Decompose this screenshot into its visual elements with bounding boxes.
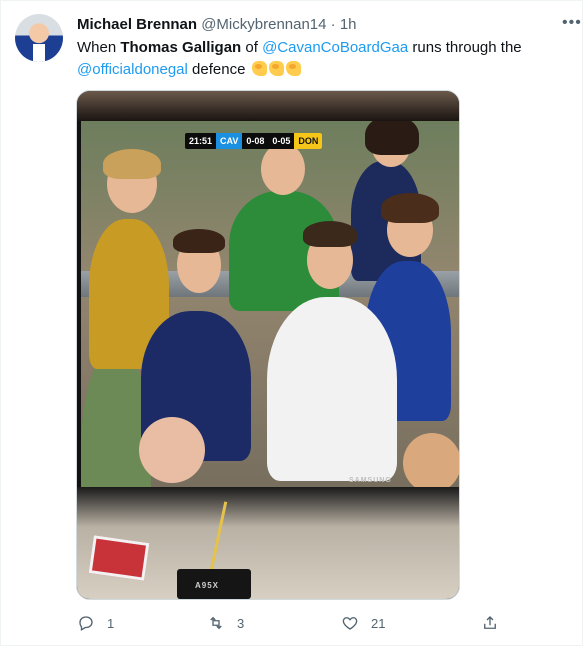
flexed-biceps-icon — [285, 61, 301, 76]
text-part: defence — [187, 61, 246, 78]
team1-score: 0-08 — [246, 136, 265, 146]
retweet-icon — [210, 616, 222, 630]
scoreboard: 21:51 CAV 0-08 0-05 DON — [185, 133, 323, 149]
share-icon — [484, 616, 496, 629]
action-bar: 1 3 21 — [77, 613, 501, 633]
more-options-icon[interactable]: ••• — [562, 15, 582, 31]
mention-link[interactable]: @CavanCoBoardGaa — [262, 39, 408, 56]
team2-score: 0-05 — [272, 136, 291, 146]
text-part: runs through the — [408, 39, 522, 56]
tweet-header: Michael Brennan @Mickybrennan14 · 1h — [77, 15, 357, 35]
team2-name: DON — [294, 133, 323, 149]
share-button[interactable] — [481, 613, 499, 633]
playing-card — [88, 535, 150, 581]
spectator-hair — [365, 121, 419, 155]
spectator-head — [261, 143, 305, 195]
team1-name: CAV — [216, 133, 243, 149]
spectator-head — [139, 417, 205, 483]
heart-icon — [342, 617, 358, 630]
tv-top-edge — [77, 91, 459, 121]
avatar-shirt — [33, 44, 45, 62]
spectator-hair — [173, 229, 225, 253]
reply-button[interactable]: 1 — [77, 613, 114, 633]
like-button[interactable]: 21 — [341, 613, 385, 633]
tv-box-label: A95X — [195, 581, 220, 590]
text-part: When — [77, 39, 121, 56]
boy-in-white-jersey — [267, 297, 397, 481]
tweet-text: When Thomas Galligan of @CavanCoBoardGaa… — [77, 37, 557, 81]
retweet-count: 3 — [237, 615, 245, 631]
spectator-hair — [103, 149, 161, 179]
separator: · — [330, 16, 336, 33]
spectator-head — [403, 433, 459, 493]
flexed-biceps-icon — [251, 61, 267, 76]
mention-link[interactable]: @officialdonegal — [77, 61, 188, 78]
spectator-hair — [381, 193, 439, 223]
avatar[interactable] — [15, 14, 63, 62]
tweet[interactable]: Michael Brennan @Mickybrennan14 · 1h •••… — [0, 0, 583, 646]
text-part: of — [241, 39, 263, 56]
flexed-biceps-icon — [268, 61, 284, 76]
player-name: Thomas Galligan — [120, 39, 242, 56]
like-count: 21 — [371, 615, 386, 631]
retweet-button[interactable]: 3 — [207, 613, 244, 633]
tweet-photo[interactable]: 21:51 CAV 0-08 0-05 DON A95X SAMSUNG — [76, 90, 460, 600]
reply-icon — [79, 616, 93, 631]
author-handle[interactable]: @Mickybrennan14 — [201, 16, 326, 33]
tweet-time[interactable]: 1h — [340, 16, 357, 33]
spectator-hair — [303, 221, 357, 247]
reply-count: 1 — [107, 615, 115, 631]
match-clock: 21:51 — [189, 136, 213, 146]
tv-brand: SAMSUNG — [349, 477, 392, 484]
author-name[interactable]: Michael Brennan — [77, 16, 197, 33]
